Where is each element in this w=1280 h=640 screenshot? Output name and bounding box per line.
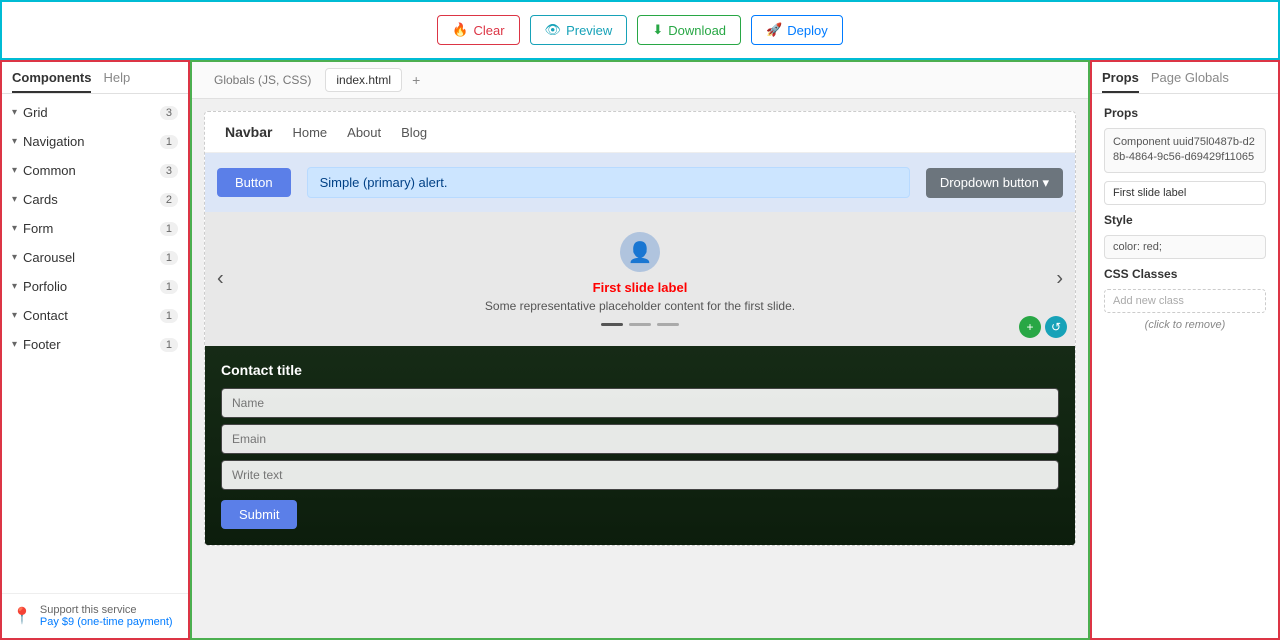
fire-icon: 🔥 <box>452 22 468 38</box>
style-section-title: Style <box>1104 213 1266 227</box>
right-panel: Props Page Globals Props Component uuid7… <box>1090 60 1280 640</box>
toolbar: 🔥 Clear 👁 Preview ⬇ Download 🚀 Deploy <box>0 0 1280 60</box>
sidebar-item-common[interactable]: ▾ Common 3 <box>2 156 188 185</box>
clear-button[interactable]: 🔥 Clear <box>437 15 519 45</box>
tab-index-html[interactable]: index.html <box>325 68 402 92</box>
sidebar-item-navigation[interactable]: ▾ Navigation 1 <box>2 127 188 156</box>
tab-globals[interactable]: Globals (JS, CSS) <box>204 69 321 91</box>
support-section: 📍 Support this service Pay $9 (one-time … <box>2 593 188 638</box>
preview-button-component[interactable]: Button <box>217 168 291 197</box>
carousel-dot-1[interactable] <box>601 323 623 326</box>
carousel-dot-3[interactable] <box>657 323 679 326</box>
chevron-icon: ▾ <box>12 281 17 292</box>
css-classes-section-title: CSS Classes <box>1104 267 1266 281</box>
right-content: Props Component uuid75l0487b-d28b-4864-9… <box>1092 94 1278 343</box>
chevron-icon: ▾ <box>12 310 17 321</box>
chevron-icon: ▾ <box>12 107 17 118</box>
preview-carousel: ‹ 👤 First slide label Some representativ… <box>205 212 1075 346</box>
tab-page-globals[interactable]: Page Globals <box>1151 70 1229 93</box>
preview-dropdown-component[interactable]: Dropdown button ▾ <box>926 168 1063 198</box>
remove-hint: (click to remove) <box>1104 319 1266 331</box>
sidebar-item-cards[interactable]: ▾ Cards 2 <box>2 185 188 214</box>
carousel-dots <box>485 323 795 326</box>
eye-icon: 👁 <box>545 22 562 38</box>
rocket-icon: 🚀 <box>766 22 782 38</box>
preview-alert-component: Simple (primary) alert. <box>307 167 910 198</box>
chevron-icon: ▾ <box>12 223 17 234</box>
tab-props[interactable]: Props <box>1102 70 1139 93</box>
props-section-title: Props <box>1104 106 1266 120</box>
carousel-prev-button[interactable]: ‹ <box>217 268 224 291</box>
support-link[interactable]: Pay $9 (one-time payment) <box>40 616 173 628</box>
carousel-edit-button[interactable]: ↺ <box>1045 316 1067 338</box>
navbar-link-home[interactable]: Home <box>292 125 327 140</box>
style-value-field[interactable]: color: red; <box>1104 235 1266 259</box>
chevron-icon: ▾ <box>12 194 17 205</box>
tab-components[interactable]: Components <box>12 70 91 93</box>
chevron-icon: ▾ <box>12 252 17 263</box>
contact-name-input[interactable] <box>221 388 1059 418</box>
add-class-input[interactable]: Add new class <box>1104 289 1266 313</box>
download-icon: ⬇ <box>652 22 663 38</box>
sidebar-item-contact[interactable]: ▾ Contact 1 <box>2 301 188 330</box>
tab-help[interactable]: Help <box>103 70 130 93</box>
download-button[interactable]: ⬇ Download <box>637 15 741 45</box>
sidebar-item-carousel[interactable]: ▾ Carousel 1 <box>2 243 188 272</box>
navbar-link-about[interactable]: About <box>347 125 381 140</box>
preview-navbar: Navbar Home About Blog <box>205 112 1075 153</box>
support-icon: 📍 <box>12 606 32 626</box>
navbar-link-blog[interactable]: Blog <box>401 125 427 140</box>
first-slide-label-field[interactable]: First slide label <box>1104 181 1266 205</box>
sidebar-items-list: ▾ Grid 3 ▾ Navigation 1 ▾ Common <box>2 94 188 593</box>
sidebar-item-footer[interactable]: ▾ Footer 1 <box>2 330 188 359</box>
sidebar-tabs: Components Help <box>2 62 188 94</box>
sidebar-item-grid[interactable]: ▾ Grid 3 <box>2 98 188 127</box>
left-sidebar: Components Help ▾ Grid 3 ▾ Navigation <box>0 60 190 640</box>
sidebar-item-porfolio[interactable]: ▾ Porfolio 1 <box>2 272 188 301</box>
contact-submit-button[interactable]: Submit <box>221 500 297 529</box>
contact-email-input[interactable] <box>221 424 1059 454</box>
carousel-avatar: 👤 <box>620 232 660 272</box>
carousel-slide-content: 👤 First slide label Some representative … <box>485 232 795 326</box>
component-id-field: Component uuid75l0487b-d28b-4864-9c56-d6… <box>1104 128 1266 173</box>
carousel-next-button[interactable]: › <box>1056 268 1063 291</box>
carousel-add-button[interactable]: + <box>1019 316 1041 338</box>
preview-contact-section: Contact title Submit <box>205 346 1075 545</box>
contact-message-input[interactable] <box>221 460 1059 490</box>
sidebar-item-form[interactable]: ▾ Form 1 <box>2 214 188 243</box>
chevron-icon: ▾ <box>12 339 17 350</box>
carousel-slide-title: First slide label <box>485 280 795 295</box>
carousel-dot-2[interactable] <box>629 323 651 326</box>
contact-title: Contact title <box>221 362 1059 378</box>
navbar-brand: Navbar <box>225 124 272 140</box>
main-layout: Components Help ▾ Grid 3 ▾ Navigation <box>0 60 1280 640</box>
deploy-button[interactable]: 🚀 Deploy <box>751 15 843 45</box>
carousel-slide-text: Some representative placeholder content … <box>485 299 795 313</box>
preview-frame: Navbar Home About Blog Button Simple (pr… <box>204 111 1076 546</box>
contact-content: Contact title Submit <box>221 362 1059 529</box>
canvas-content-area[interactable]: Navbar Home About Blog Button Simple (pr… <box>192 99 1088 638</box>
chevron-icon: ▾ <box>12 136 17 147</box>
center-canvas: Globals (JS, CSS) index.html + Navbar Ho… <box>190 60 1090 640</box>
person-icon: 👤 <box>628 240 653 265</box>
right-tabs: Props Page Globals <box>1092 62 1278 94</box>
preview-components-row: Button Simple (primary) alert. Dropdown … <box>205 153 1075 212</box>
carousel-action-buttons: + ↺ <box>1019 316 1067 338</box>
canvas-tab-bar: Globals (JS, CSS) index.html + <box>192 62 1088 99</box>
chevron-icon: ▾ <box>12 165 17 176</box>
preview-button[interactable]: 👁 Preview <box>530 15 628 45</box>
add-tab-button[interactable]: + <box>406 68 426 92</box>
